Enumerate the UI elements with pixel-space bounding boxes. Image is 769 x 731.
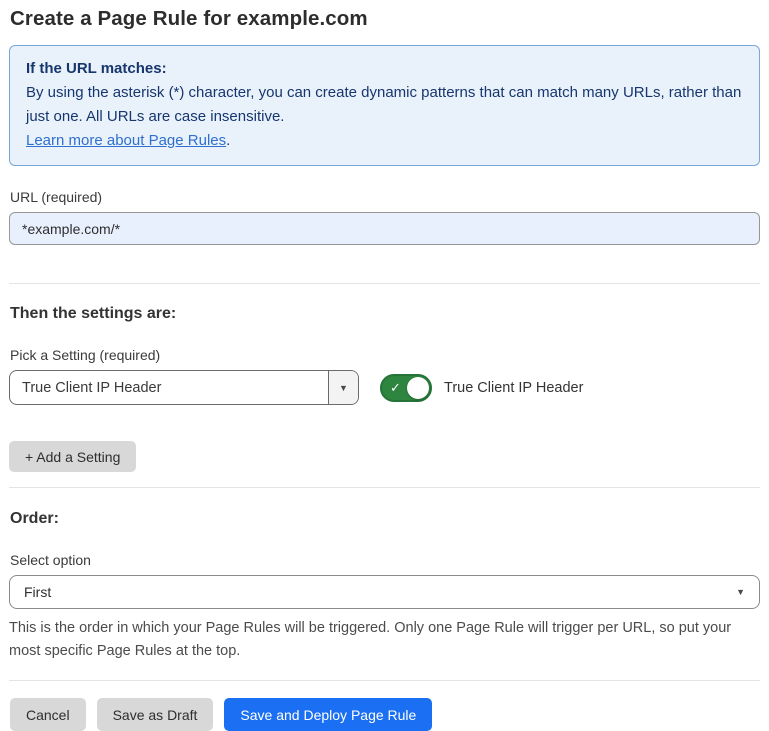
order-help-text: This is the order in which your Page Rul… <box>9 617 757 663</box>
toggle-label: True Client IP Header <box>444 380 583 396</box>
link-suffix: . <box>226 132 230 149</box>
learn-more-link[interactable]: Learn more about Page Rules <box>26 132 226 149</box>
page-rule-form: Create a Page Rule for example.com If th… <box>0 0 769 731</box>
chevron-down-icon: ▼ <box>736 587 745 597</box>
toggle-knob <box>407 377 429 399</box>
order-select-label: Select option <box>10 552 760 568</box>
cancel-button[interactable]: Cancel <box>10 698 86 731</box>
save-draft-button[interactable]: Save as Draft <box>97 698 214 731</box>
info-box-link-line: Learn more about Page Rules. <box>26 129 743 153</box>
info-box-heading: If the URL matches: <box>26 57 743 81</box>
url-match-info-box: If the URL matches: By using the asteris… <box>9 45 760 166</box>
setting-select[interactable]: True Client IP Header ▼ <box>9 370 359 405</box>
order-select[interactable]: First ▼ <box>9 575 760 609</box>
setting-row: True Client IP Header ▼ ✓ True Client IP… <box>9 370 760 405</box>
divider <box>9 487 760 488</box>
add-setting-button[interactable]: + Add a Setting <box>9 441 136 472</box>
url-input[interactable] <box>9 212 760 245</box>
url-field-label: URL (required) <box>10 189 760 205</box>
order-section-heading: Order: <box>10 510 760 528</box>
save-deploy-button[interactable]: Save and Deploy Page Rule <box>224 698 432 731</box>
chevron-down-icon: ▼ <box>328 371 358 404</box>
setting-select-value: True Client IP Header <box>10 371 328 404</box>
setting-toggle[interactable]: ✓ <box>380 374 432 402</box>
pick-setting-label: Pick a Setting (required) <box>10 347 760 363</box>
order-select-value: First <box>24 584 51 600</box>
page-title: Create a Page Rule for example.com <box>10 7 760 31</box>
settings-section-heading: Then the settings are: <box>10 305 760 323</box>
divider <box>9 283 760 284</box>
footer-buttons: Cancel Save as Draft Save and Deploy Pag… <box>10 698 760 731</box>
check-icon: ✓ <box>390 381 401 394</box>
divider <box>9 680 760 681</box>
info-box-body: By using the asterisk (*) character, you… <box>26 81 743 129</box>
